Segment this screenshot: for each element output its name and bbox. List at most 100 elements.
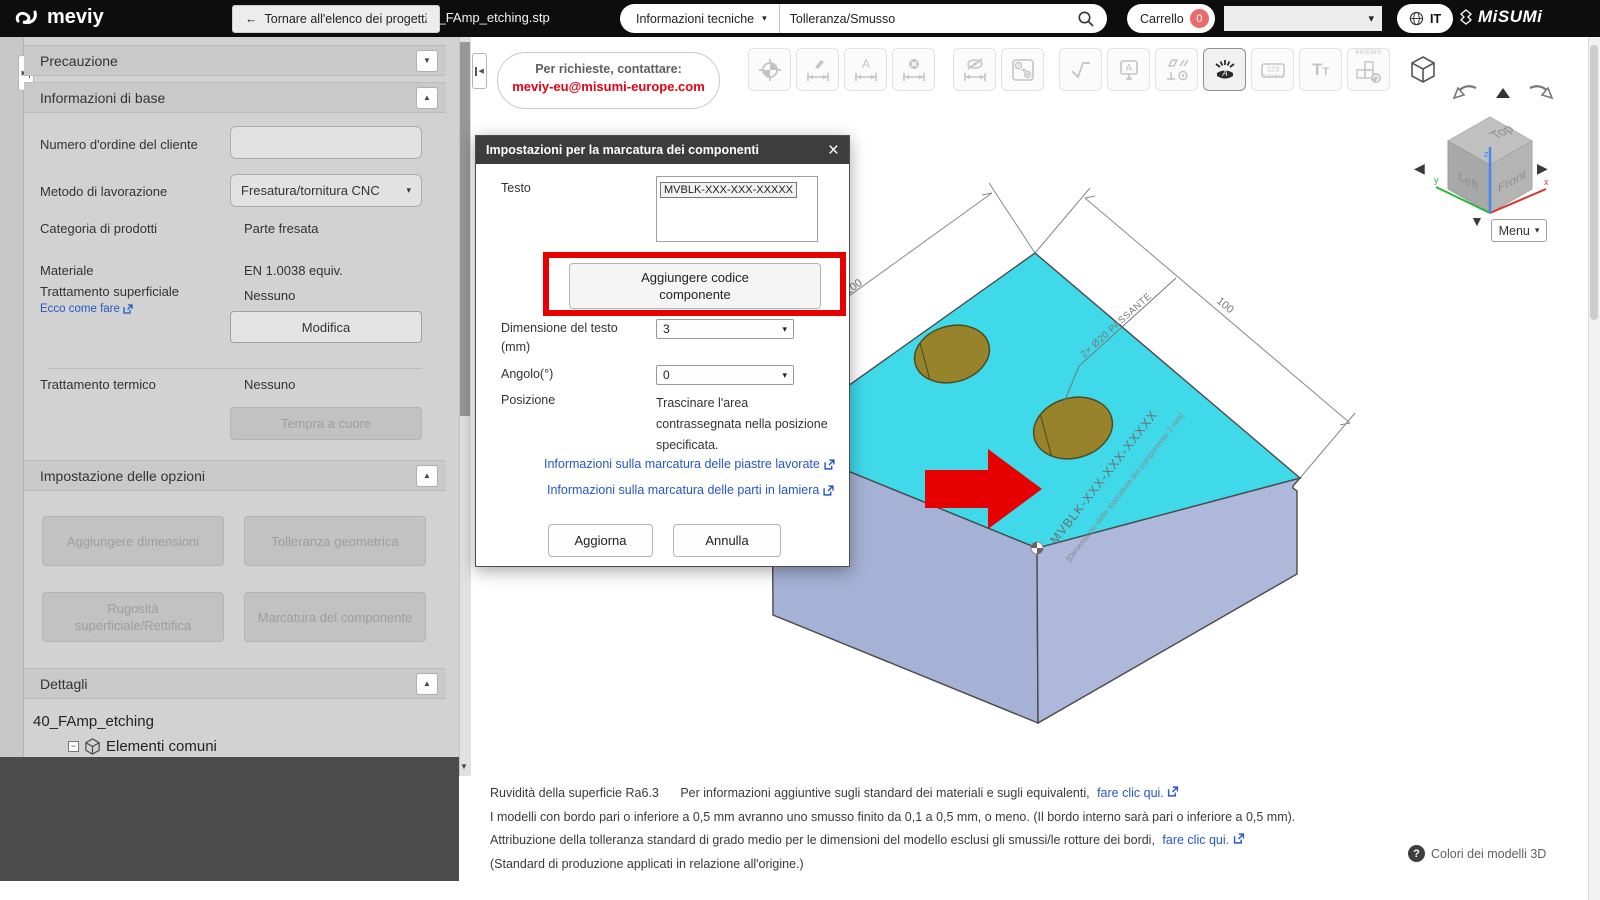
- tech-search-bar: Informazioni tecniche ▾ Tolleranza/Smuss…: [620, 4, 1107, 33]
- collapse-button[interactable]: ▲: [416, 464, 438, 487]
- hide-dimension-icon[interactable]: [953, 48, 996, 91]
- cart-button[interactable]: Carrello 0: [1127, 4, 1215, 33]
- tree-item-elementi-comuni[interactable]: − Elementi comuni: [68, 737, 217, 756]
- svg-text:x: x: [1544, 177, 1549, 187]
- order-number-input[interactable]: [230, 126, 422, 159]
- header-dropdown[interactable]: ▾: [1224, 6, 1382, 31]
- add-dimensions-button[interactable]: Aggiungere dimensioni: [42, 516, 224, 566]
- geometric-tolerance-button[interactable]: Tolleranza geometrica: [244, 516, 426, 566]
- collapse-button[interactable]: ▲: [416, 672, 438, 695]
- chevron-down-icon: ▾: [782, 323, 787, 334]
- collapse-button[interactable]: ▼: [416, 49, 438, 72]
- caret-up-icon: ▲: [423, 93, 431, 102]
- isometric-view-icon[interactable]: [1405, 52, 1441, 88]
- external-link-icon: [824, 458, 835, 470]
- through-hardening-button[interactable]: Tempra a cuore: [230, 407, 422, 440]
- close-icon[interactable]: ×: [828, 141, 839, 160]
- collapsed-panel-strip: [0, 37, 24, 881]
- sidebar-scrollbar-thumb[interactable]: [460, 42, 470, 416]
- origin-marker: [1030, 541, 1044, 555]
- globe-icon: [1409, 11, 1424, 26]
- text-size-unit-label: (mm): [501, 340, 531, 354]
- part-marking-button[interactable]: Marcatura del componente: [244, 592, 426, 642]
- view-menu-button[interactable]: Menu ▾: [1491, 219, 1547, 242]
- text-dimension-icon[interactable]: A: [844, 48, 887, 91]
- position-help-text: Trascinare l'area contrassegnata nella p…: [656, 396, 828, 452]
- annotation-toolbar: A A 123 TT 6VIEWS: [1059, 48, 1390, 91]
- edit-dimension-icon[interactable]: [796, 48, 839, 91]
- meviy-logo[interactable]: meviy: [14, 6, 104, 29]
- how-to-link[interactable]: Ecco come fare: [40, 303, 133, 315]
- part-code-chip[interactable]: MVBLK-XXX-XXX-XXXXX: [660, 182, 797, 198]
- dialog-titlebar[interactable]: Impostazioni per la marcatura dei compon…: [476, 136, 849, 164]
- dialog-title: Impostazioni per la marcatura dei compon…: [486, 143, 759, 157]
- six-views-icon[interactable]: 6VIEWS: [1347, 48, 1390, 91]
- meviy-app: meviy ← Tornare all'elenco dei progetti …: [0, 0, 1600, 900]
- modify-button[interactable]: Modifica: [230, 311, 422, 343]
- delete-dimension-icon[interactable]: [892, 48, 935, 91]
- misumi-mark-icon: [1460, 9, 1472, 25]
- note-line-4: (Standard di produzione applicati in rel…: [490, 856, 804, 871]
- open-file-name: 40_FAmp_etching.stp: [424, 10, 550, 25]
- position-label: Posizione: [501, 393, 556, 407]
- search-icon[interactable]: [1077, 10, 1095, 28]
- locale-button[interactable]: IT: [1397, 4, 1454, 33]
- back-arrow-icon: ←: [245, 12, 258, 26]
- model-colors-link[interactable]: ? Colori dei modelli 3D: [1408, 845, 1546, 862]
- view-cube[interactable]: Top Left Front y x z: [1428, 105, 1553, 230]
- cart-count-badge: 0: [1189, 9, 1209, 28]
- tilt-up-icon[interactable]: [1496, 88, 1510, 98]
- collapse-sidebar-handle[interactable]: ◀: [472, 53, 487, 89]
- geometric-tolerance-icon[interactable]: [1155, 48, 1198, 91]
- section-precauzione[interactable]: Precauzione ▼: [24, 45, 446, 76]
- marking-text-area[interactable]: MVBLK-XXX-XXX-XXXXX: [656, 176, 818, 242]
- help-icon: ?: [1408, 845, 1425, 862]
- part-marking-icon[interactable]: A: [1203, 48, 1246, 91]
- sheet-metal-marking-info-link[interactable]: Informazioni sulla marcatura delle parti…: [547, 483, 834, 497]
- search-input[interactable]: Tolleranza/Smusso: [780, 12, 1077, 26]
- search-category-select[interactable]: Informazioni tecniche ▾: [620, 4, 779, 33]
- caret-down-icon: ▼: [423, 56, 431, 65]
- section-informazioni-di-base[interactable]: Informazioni di base ▲: [24, 82, 446, 113]
- text-size-label: Dimensione del testo: [501, 321, 618, 335]
- section-impostazione-opzioni[interactable]: Impostazione delle opzioni ▲: [24, 460, 446, 491]
- label-balloon-icon[interactable]: A: [1107, 48, 1150, 91]
- scroll-down-arrow-icon[interactable]: ▼: [460, 762, 468, 771]
- tree-collapse-icon[interactable]: −: [68, 741, 79, 752]
- surface-roughness-button[interactable]: Rugosità superficiale/Rettifica: [42, 592, 224, 642]
- rotate-right-arrow-icon[interactable]: ▶: [1537, 160, 1548, 177]
- ruler-icon[interactable]: 123: [1251, 48, 1294, 91]
- text-size-select[interactable]: 3 ▾: [656, 319, 794, 339]
- cancel-button[interactable]: Annulla: [673, 524, 781, 557]
- chevron-down-icon: ▾: [1534, 225, 1540, 235]
- text-size-icon[interactable]: TT: [1299, 48, 1342, 91]
- datum-target-icon[interactable]: [748, 48, 791, 91]
- section-dettagli[interactable]: Dettagli ▲: [24, 668, 446, 699]
- note-link-3[interactable]: fare clic qui.: [1162, 833, 1229, 847]
- page-scrollbar-thumb[interactable]: [1590, 45, 1598, 320]
- surface-value: Nessuno: [244, 288, 296, 303]
- caret-left-icon: ◀: [478, 68, 484, 75]
- tree-root-item[interactable]: 40_FAmp_etching: [33, 713, 154, 730]
- surface-check-icon[interactable]: [1059, 48, 1102, 91]
- back-to-projects-button[interactable]: ← Tornare all'elenco dei progetti: [232, 5, 441, 33]
- plates-marking-info-link[interactable]: Informazioni sulla marcatura delle piast…: [544, 457, 835, 471]
- contact-bubble: Per richieste, contattare: meviy-eu@misu…: [497, 52, 720, 109]
- update-button[interactable]: Aggiorna: [548, 524, 653, 557]
- caret-up-icon: ▲: [423, 471, 431, 480]
- hole-settings-icon[interactable]: [1001, 48, 1044, 91]
- collapse-button[interactable]: ▲: [416, 86, 438, 109]
- annotation-highlight-box: [543, 252, 846, 316]
- cube-icon: [85, 738, 100, 755]
- note-link-1[interactable]: fare clic qui.: [1097, 786, 1164, 800]
- chevron-down-icon: ▾: [762, 13, 767, 23]
- marking-settings-dialog: Impostazioni per la marcatura dei compon…: [475, 135, 850, 567]
- contact-email[interactable]: meviy-eu@misumi-europe.com: [498, 79, 719, 94]
- quote-footer: Quantità 1 ▾ ? Listino prezzi per quanti…: [0, 757, 459, 881]
- surface-label: Trattamento superficiale: [40, 284, 179, 299]
- angle-select[interactable]: 0 ▾: [656, 365, 794, 385]
- rotate-left-arrow-icon[interactable]: ◀: [1414, 160, 1425, 177]
- method-select[interactable]: Fresatura/tornitura CNC ▾: [230, 174, 422, 207]
- heat-treatment-value: Nessuno: [244, 377, 296, 392]
- tilt-down-arrow-icon[interactable]: ▼: [1470, 213, 1484, 229]
